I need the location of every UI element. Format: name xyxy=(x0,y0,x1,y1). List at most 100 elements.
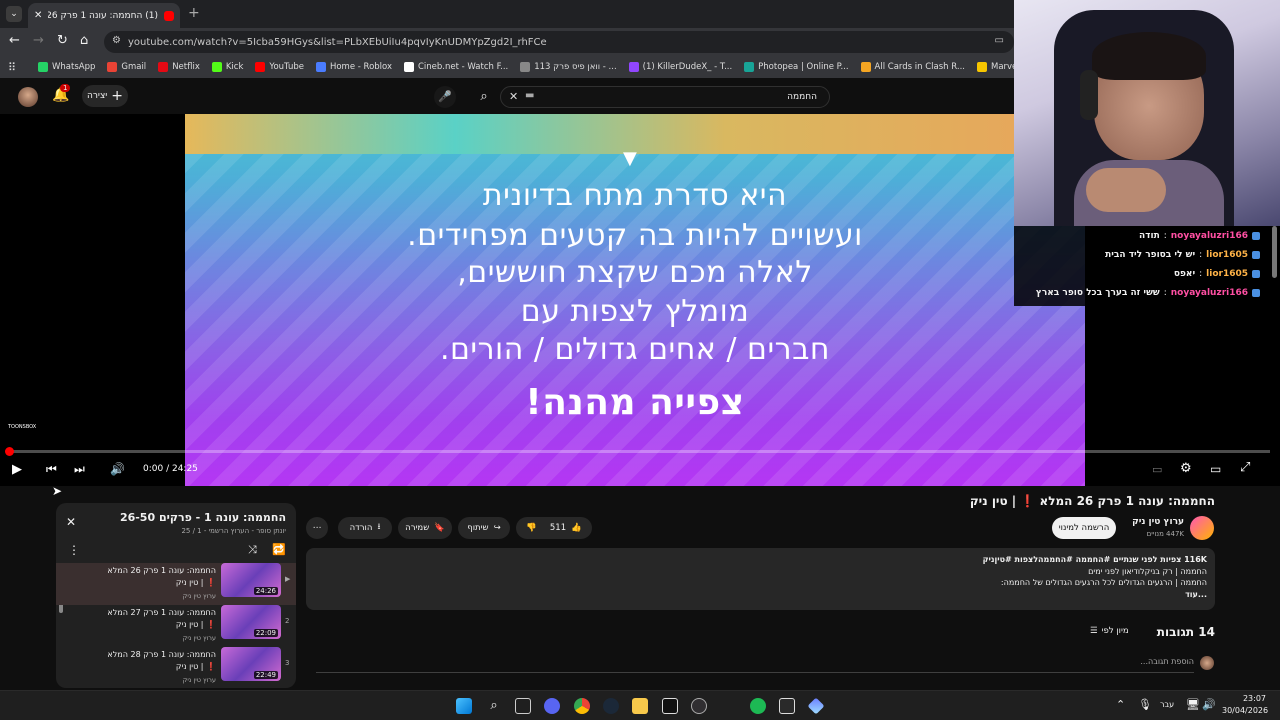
app-icon[interactable] xyxy=(807,697,825,715)
epic-games-icon[interactable] xyxy=(779,698,795,714)
bookmark-item[interactable]: Photopea | Online P... xyxy=(744,62,849,72)
close-icon[interactable]: ✕ xyxy=(66,515,76,529)
playlist-item-title: החממה: עונה 1 פרק 27 המלא ❗ | טין ניק xyxy=(107,608,216,629)
voice-search-button[interactable]: 🎤 xyxy=(434,86,456,108)
chat-badge-icon xyxy=(1252,250,1260,259)
add-comment-input[interactable]: הוספת תגובה... xyxy=(316,657,1194,666)
address-bar[interactable]: ⚙ youtube.com/watch?v=5Icba59HGys&list=P… xyxy=(104,31,1014,53)
steam-icon[interactable] xyxy=(603,698,619,714)
start-icon[interactable] xyxy=(456,698,472,714)
playlist-item[interactable]: 3 22:49 החממה: עונה 1 פרק 28 המלא ❗ | טין … xyxy=(56,647,296,688)
speaker-icon[interactable]: 🔊 xyxy=(1202,698,1216,711)
apps-icon[interactable]: ⠿ xyxy=(8,61,16,74)
time-display: 0:00 / 24:25 xyxy=(143,464,198,474)
download-button[interactable]: הורדה ⭳ xyxy=(338,517,392,539)
channel-watermark: TOONSBOX xyxy=(8,424,37,430)
keyboard-icon[interactable]: ▬ xyxy=(525,90,534,101)
tab-list-button[interactable]: ⌄ xyxy=(6,6,22,22)
volume-icon[interactable]: 🔊 xyxy=(110,462,125,476)
language-indicator[interactable]: עבר xyxy=(1160,700,1174,709)
bookmark-item[interactable]: All Cards in Clash R... xyxy=(860,62,965,72)
back-icon[interactable]: ← xyxy=(9,33,20,48)
task-view-icon[interactable] xyxy=(515,698,531,714)
dislike-icon[interactable]: 👎 xyxy=(526,523,537,533)
hand-shape xyxy=(1086,168,1166,212)
search-icon[interactable]: ⌕ xyxy=(486,698,502,714)
subscribe-button[interactable]: הרשמה למינוי xyxy=(1052,517,1116,539)
spotify-icon[interactable] xyxy=(750,698,766,714)
description-box[interactable]: 116K צפיות לפני שנתיים #החממה #החממהלצפו… xyxy=(306,548,1215,610)
captions-icon[interactable]: ▭ xyxy=(1152,463,1162,476)
discord-icon[interactable] xyxy=(544,698,560,714)
avatar[interactable] xyxy=(18,87,38,107)
scrubber-handle[interactable] xyxy=(5,447,14,456)
save-button[interactable]: שמירה 🔖 xyxy=(398,517,452,539)
site-info-icon[interactable]: ⚙ xyxy=(112,35,121,46)
theater-mode-icon[interactable]: ▭ xyxy=(1210,462,1221,476)
obs-icon[interactable] xyxy=(691,698,707,714)
next-icon[interactable]: ⏭ xyxy=(74,462,85,477)
search-button[interactable]: ⌕ xyxy=(470,86,498,108)
play-icon[interactable]: ▶ xyxy=(12,462,22,477)
share-button[interactable]: שיתוף ↪ xyxy=(458,517,510,539)
sort-button[interactable]: ☰ מיון לפי xyxy=(1090,626,1144,636)
chat-text: יאפס xyxy=(1173,268,1196,279)
cast-icon[interactable]: ▭ xyxy=(995,35,1004,46)
reload-icon[interactable]: ↻ xyxy=(57,33,68,48)
bookmark-item[interactable]: (1) KillerDudeX_ - T... xyxy=(628,62,732,72)
clock-date[interactable]: 30/04/2026 xyxy=(1222,706,1268,715)
chat-message: noyayaluzri166: תודה xyxy=(1014,226,1260,245)
bookmark-label: Cineb.net - Watch F... xyxy=(418,62,509,72)
download-label: הורדה xyxy=(349,523,373,533)
bookmark-favicon-icon xyxy=(628,62,639,72)
home-icon[interactable]: ⌂ xyxy=(80,33,88,48)
video-frame: ▼ היא סדרת מתח בדיונית ועשויים להיות בה … xyxy=(185,114,1085,486)
channel-avatar[interactable] xyxy=(1190,516,1214,540)
more-vert-icon[interactable]: ⋮ xyxy=(68,543,80,557)
chat-message: lior1605: יאפס xyxy=(1014,264,1260,283)
clock-time[interactable]: 23:07 xyxy=(1226,694,1266,703)
mic-icon[interactable]: 🎙 xyxy=(1138,698,1152,711)
settings-icon[interactable]: ⚙ xyxy=(1180,461,1192,476)
bookmark-item[interactable]: Cineb.net - Watch F... xyxy=(404,62,508,72)
shuffle-icon[interactable]: ⤨ xyxy=(248,543,257,557)
chat-scrollbar[interactable] xyxy=(1272,226,1277,278)
chrome-icon[interactable] xyxy=(574,698,590,714)
like-icon[interactable]: 👍 xyxy=(571,523,582,533)
network-icon[interactable]: 🖥 xyxy=(1186,698,1200,711)
bookmark-item[interactable]: Home - Roblox xyxy=(315,62,392,72)
chat-message: noyayaluzri166: ששי זה בערך בכל סופר בארץ xyxy=(1014,283,1260,302)
close-tab-icon[interactable]: ✕ xyxy=(34,10,42,21)
capcut-icon[interactable] xyxy=(662,698,678,714)
bookmark-item[interactable]: Gmail xyxy=(107,62,146,72)
chat-username: lior1605 xyxy=(1206,249,1248,260)
subscribe-label: הרשמה למינוי xyxy=(1058,523,1110,533)
loop-icon[interactable]: 🔁 xyxy=(272,543,286,556)
bookmark-item[interactable]: וואן פיס פרק 113 - ... xyxy=(520,62,617,72)
chat-badge-icon xyxy=(1252,269,1260,278)
search-input[interactable]: ✕ ▬ החממה xyxy=(500,86,830,108)
bookmark-favicon-icon xyxy=(976,62,987,72)
bookmark-item[interactable]: Netflix xyxy=(158,62,200,72)
forward-icon[interactable]: → xyxy=(33,33,44,48)
more-actions-button[interactable]: ⋯ xyxy=(306,517,328,539)
fullscreen-icon[interactable]: ⤢ xyxy=(1240,460,1250,475)
playlist-item[interactable]: 2 22:09 החממה: עונה 1 פרק 27 המלא ❗ | טין … xyxy=(56,605,296,647)
progress-bar[interactable] xyxy=(5,447,1270,456)
create-button[interactable]: יצירה + xyxy=(82,85,128,107)
file-explorer-icon[interactable] xyxy=(632,698,648,714)
browser-tab[interactable]: (1) החממה: עונה 1 פרק 26 המ ✕ xyxy=(28,3,180,28)
description-more[interactable]: ...עוד xyxy=(314,589,1207,601)
bookmark-label: WhatsApp xyxy=(52,62,96,72)
tray-chevron-icon[interactable]: ⌃ xyxy=(1116,698,1125,711)
bookmark-item[interactable]: WhatsApp xyxy=(38,62,95,72)
previous-icon[interactable]: ⏮ xyxy=(46,462,57,477)
playlist-item[interactable]: ▶ 24:26 החממה: עונה 1 פרק 26 המלא ❗ | טין … xyxy=(56,563,296,605)
channel-name[interactable]: ערוץ טין ניק xyxy=(1110,517,1184,527)
bookmark-item[interactable]: YouTube xyxy=(255,62,304,72)
bookmark-item[interactable]: Kick xyxy=(211,62,243,72)
clear-search-icon[interactable]: ✕ xyxy=(509,90,518,103)
new-tab-button[interactable]: + xyxy=(188,5,200,21)
playlist-title: החממה: עונה 1 - פרקים 26-50 xyxy=(119,511,286,524)
notifications-button[interactable]: 🔔 1 xyxy=(52,84,72,107)
